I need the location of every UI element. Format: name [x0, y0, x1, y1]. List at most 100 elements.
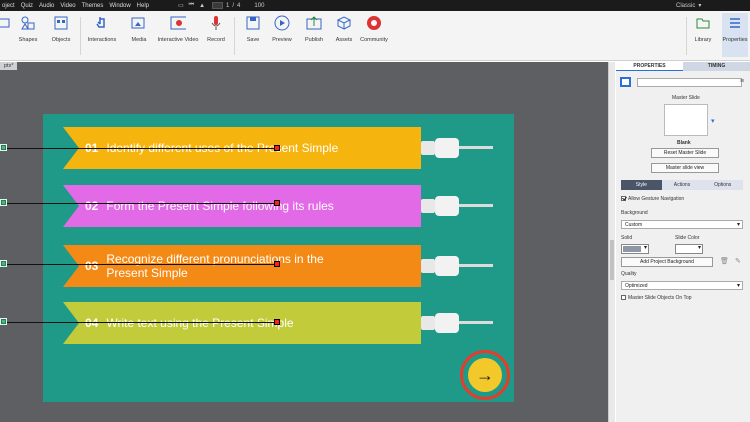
solid-color-picker[interactable]: ▾	[621, 244, 649, 254]
objective-banner-4[interactable]: 04 Write text using the Present Simple	[63, 302, 421, 344]
tab-options[interactable]: Options	[702, 180, 744, 190]
scrollbar-thumb[interactable]	[610, 240, 614, 280]
objective-banner-2[interactable]: 02 Form the Present Simple following its …	[63, 185, 421, 227]
menu-audio[interactable]: Audio	[39, 3, 54, 9]
document-tab[interactable]: ptx*	[0, 62, 18, 70]
reset-master-slide-button[interactable]: Reset Master Slide	[651, 148, 719, 158]
tab-style[interactable]: Style	[621, 180, 662, 190]
motion-path-line	[6, 203, 278, 204]
chevron-down-icon[interactable]: ▾	[711, 117, 715, 125]
slide[interactable]: 01 Identify different uses of the Present…	[43, 114, 514, 402]
selection-handle[interactable]	[274, 145, 280, 151]
selection-handle[interactable]	[274, 319, 280, 325]
master-slide-view-button[interactable]: Master slide view	[651, 163, 719, 173]
selection-handle[interactable]	[274, 200, 280, 206]
menu-help[interactable]: Help	[137, 3, 149, 9]
path-start-node[interactable]	[0, 318, 7, 325]
master-on-top-checkbox[interactable]	[621, 295, 626, 301]
shapes-button[interactable]: Shapes	[19, 15, 37, 43]
motion-path-line	[6, 322, 278, 323]
path-start-node[interactable]	[0, 260, 7, 267]
add-project-background-button[interactable]: Add Project Background	[621, 257, 713, 267]
media-icon	[131, 15, 147, 31]
properties-button[interactable]: Properties	[722, 13, 748, 57]
tab-timing[interactable]: TIMING	[683, 62, 750, 71]
shapes-icon	[20, 15, 36, 31]
interactions-button[interactable]: Interactions	[88, 15, 116, 43]
publish-label: Publish	[304, 37, 324, 43]
master-slide-thumbnail[interactable]	[664, 104, 708, 136]
allow-gesture-label: Allow Gesture Navigation	[628, 196, 685, 202]
toolbar-divider	[234, 17, 235, 55]
panel-tabs: PROPERTIES TIMING	[616, 62, 750, 71]
hand-pointer-icon	[94, 15, 110, 31]
objective-number: 02	[85, 199, 99, 213]
zoom-level[interactable]: 100	[254, 3, 264, 9]
canvas-scrollbar[interactable]	[608, 62, 615, 422]
interactions-label: Interactions	[87, 37, 117, 43]
save-label: Save	[246, 37, 260, 43]
allow-gesture-checkbox[interactable]	[621, 196, 626, 202]
preview-button[interactable]: Preview	[272, 15, 292, 43]
library-button[interactable]: Library	[695, 15, 711, 43]
slide-name-field[interactable]	[637, 78, 742, 87]
properties-label: Properties	[722, 37, 748, 43]
tab-properties[interactable]: PROPERTIES	[616, 62, 683, 71]
properties-panel: PROPERTIES TIMING ≡ Master Slide ▾ Blank…	[616, 62, 750, 422]
menu-window[interactable]: Window	[109, 3, 130, 9]
publish-icon	[306, 15, 322, 31]
community-icon	[366, 15, 382, 31]
plug-graphic	[421, 196, 493, 216]
path-start-node[interactable]	[0, 199, 7, 206]
library-label: Library	[694, 37, 712, 43]
interactive-video-button[interactable]: Interactive Video	[158, 15, 198, 43]
objects-icon	[53, 15, 69, 31]
record-button[interactable]: Record	[207, 15, 225, 43]
tab-actions[interactable]: Actions	[661, 180, 703, 190]
microphone-icon	[208, 15, 224, 31]
page-separator: /	[232, 2, 235, 9]
menu-project[interactable]: oject	[2, 3, 15, 9]
quality-select[interactable]: Optimized	[621, 281, 743, 290]
text-button[interactable]	[0, 15, 12, 31]
assets-label: Assets	[335, 37, 353, 43]
objective-text: Recognize different pronunciations in th…	[106, 252, 324, 280]
workspace-label: Classic	[676, 2, 696, 9]
menu-bar: oject Quiz Audio Video Themes Window Hel…	[0, 0, 750, 11]
first-slide-icon[interactable]: ⏮	[189, 2, 194, 9]
objective-banner-3[interactable]: 03 Recognize different pronunciations in …	[63, 245, 421, 287]
pencil-icon[interactable]: ✎	[735, 257, 741, 265]
media-button[interactable]: Media	[131, 15, 147, 43]
page-input[interactable]	[212, 2, 224, 9]
up-arrow-icon[interactable]: ▲	[199, 3, 205, 9]
shapes-label: Shapes	[18, 37, 38, 43]
save-button[interactable]: Save	[245, 15, 261, 43]
media-label: Media	[131, 37, 147, 43]
menu-video[interactable]: Video	[60, 3, 75, 9]
path-start-node[interactable]	[0, 144, 7, 151]
master-on-top-row[interactable]: Master Slide Objects On Top	[621, 295, 692, 301]
publish-button[interactable]: Publish	[305, 15, 323, 43]
interactive-video-label: Interactive Video	[157, 37, 199, 43]
stage-canvas[interactable]: ptx* 01 Identify different uses of the Pr…	[0, 62, 608, 422]
selection-handle[interactable]	[274, 261, 280, 267]
background-select[interactable]: Custom	[621, 220, 743, 229]
menu-themes[interactable]: Themes	[82, 3, 104, 9]
monitor-icon[interactable]: ▭	[178, 2, 184, 9]
allow-gesture-row[interactable]: Allow Gesture Navigation	[621, 196, 684, 202]
objects-button[interactable]: Objects	[52, 15, 70, 43]
toolbar-divider	[686, 17, 687, 55]
slide-color-picker[interactable]: ▾	[675, 244, 703, 254]
slide-color-label: Slide Color	[675, 235, 700, 241]
quality-label: Quality	[621, 271, 637, 277]
panel-menu-icon[interactable]: ≡	[740, 78, 744, 85]
record-label: Record	[207, 37, 225, 43]
menu-quiz[interactable]: Quiz	[21, 3, 33, 9]
page-total: 4	[237, 2, 241, 9]
community-button[interactable]: Community	[360, 15, 388, 43]
assets-button[interactable]: Assets	[336, 15, 352, 43]
next-button[interactable]: →	[460, 350, 510, 400]
trash-icon[interactable]: 🗑	[720, 257, 729, 265]
objective-text: Form the Present Simple following its ru…	[106, 199, 334, 213]
workspace-selector[interactable]: Classic ▾	[676, 1, 701, 10]
